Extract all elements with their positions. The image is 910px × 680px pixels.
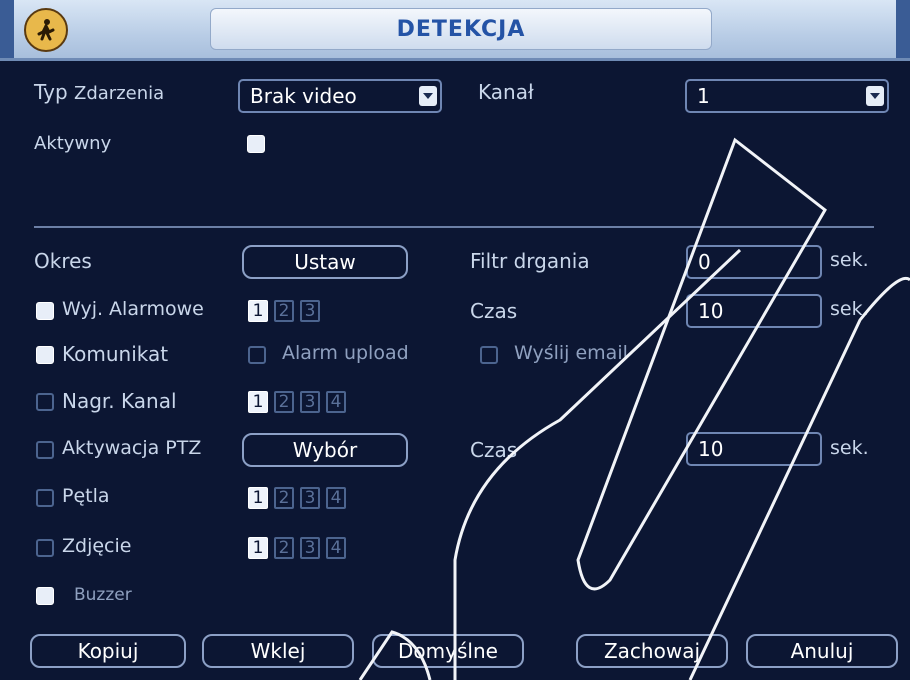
paste-button[interactable]: Wklej [202, 634, 354, 668]
send-email-label: Wyślij email [514, 342, 628, 364]
default-button[interactable]: Domyślne [372, 634, 524, 668]
send-email-checkbox[interactable] [480, 346, 498, 364]
record-checkbox[interactable] [36, 393, 54, 411]
active-label: Aktywny [34, 133, 112, 154]
ptz-select-button[interactable]: Wybór [242, 433, 408, 467]
alarm-time-unit: sek. [830, 298, 869, 320]
debounce-unit: sek. [830, 249, 869, 271]
channel-value: 1 [697, 84, 710, 108]
snapshot-checkbox[interactable] [36, 539, 54, 557]
alarm-out-channel-3[interactable]: 3 [300, 300, 320, 322]
snapshot-channel-4[interactable]: 4 [326, 537, 346, 559]
tour-checkbox[interactable] [36, 489, 54, 507]
debounce-value: 0 [698, 250, 711, 274]
snapshot-channel-2[interactable]: 2 [274, 537, 294, 559]
ptz-time-unit: sek. [830, 437, 869, 459]
buzzer-label: Buzzer [74, 585, 132, 605]
pedestrian-icon [24, 8, 68, 52]
alarm-out-channel-2[interactable]: 2 [274, 300, 294, 322]
snapshot-channel-1[interactable]: 1 [248, 537, 268, 559]
event-type-select[interactable]: Brak video [238, 79, 442, 113]
buzzer-checkbox[interactable] [36, 587, 54, 605]
record-channel-1[interactable]: 1 [248, 391, 268, 413]
copy-button[interactable]: Kopiuj [30, 634, 186, 668]
ptz-checkbox[interactable] [36, 441, 54, 459]
ptz-time-input[interactable]: 10 [686, 432, 822, 466]
record-channel-2[interactable]: 2 [274, 391, 294, 413]
title-bar-right-edge [896, 0, 910, 58]
alarm-out-label: Wyj. Alarmowe [62, 298, 204, 320]
active-checkbox[interactable] [247, 135, 265, 153]
record-channel-3[interactable]: 3 [300, 391, 320, 413]
save-button[interactable]: Zachowaj [576, 634, 728, 668]
record-channel-4[interactable]: 4 [326, 391, 346, 413]
tour-channel-1[interactable]: 1 [248, 487, 268, 509]
record-label: Nagr. Kanal [62, 389, 177, 413]
tour-channel-2[interactable]: 2 [274, 487, 294, 509]
snapshot-label: Zdjęcie [62, 535, 132, 557]
section-divider [34, 226, 874, 228]
alarm-time-value: 10 [698, 299, 724, 323]
event-type-label-part2: Zdarzenia [74, 83, 165, 104]
title-bar-left-edge [0, 0, 14, 58]
snapshot-channel-3[interactable]: 3 [300, 537, 320, 559]
alarm-time-input[interactable]: 10 [686, 294, 822, 328]
channel-select[interactable]: 1 [685, 79, 889, 113]
period-label: Okres [34, 249, 92, 273]
tour-label: Pętla [62, 485, 110, 507]
event-type-label: Typ Zdarzenia [34, 80, 164, 104]
event-type-label-part1: Typ [34, 80, 68, 104]
alarm-time-label: Czas [470, 299, 518, 323]
alarm-out-checkbox[interactable] [36, 302, 54, 320]
chevron-down-icon[interactable] [419, 86, 437, 106]
ptz-time-label: Czas [470, 438, 518, 462]
cancel-button[interactable]: Anuluj [746, 634, 898, 668]
debounce-input[interactable]: 0 [686, 245, 822, 279]
message-label: Komunikat [62, 342, 169, 366]
ptz-label: Aktywacja PTZ [62, 437, 202, 459]
tour-channel-4[interactable]: 4 [326, 487, 346, 509]
detection-window: DETEKCJA Typ Zdarzenia Brak video Kanał … [0, 0, 910, 680]
window-title: DETEKCJA [210, 8, 712, 50]
debounce-label: Filtr drgania [470, 249, 590, 273]
title-bar: DETEKCJA [0, 0, 910, 61]
chevron-down-icon[interactable] [866, 86, 884, 106]
set-period-button[interactable]: Ustaw [242, 245, 408, 279]
channel-label: Kanał [478, 80, 534, 104]
alarm-out-channel-1[interactable]: 1 [248, 300, 268, 322]
ptz-time-value: 10 [698, 437, 724, 461]
message-checkbox[interactable] [36, 346, 54, 364]
tour-channel-3[interactable]: 3 [300, 487, 320, 509]
event-type-value: Brak video [250, 84, 357, 108]
alarm-upload-label: Alarm upload [282, 342, 409, 364]
alarm-upload-checkbox[interactable] [248, 346, 266, 364]
